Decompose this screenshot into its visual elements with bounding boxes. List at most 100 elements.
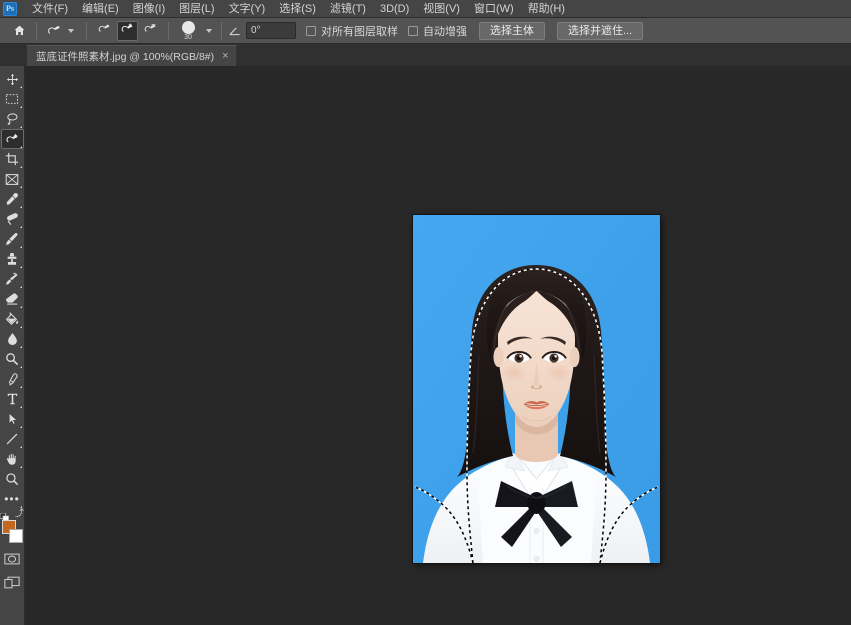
photo-artwork bbox=[413, 215, 660, 563]
lasso-icon bbox=[7, 113, 18, 125]
document-canvas[interactable] bbox=[413, 215, 660, 563]
type-tool[interactable] bbox=[1, 389, 24, 409]
menu-type[interactable]: 文字(Y) bbox=[222, 0, 273, 18]
frame-tool[interactable] bbox=[1, 169, 24, 189]
dodge-icon bbox=[6, 353, 19, 366]
canvas-area[interactable] bbox=[25, 66, 851, 625]
menu-view[interactable]: 视图(V) bbox=[416, 0, 467, 18]
move-tool[interactable] bbox=[1, 69, 24, 89]
screen-mode-icon bbox=[4, 576, 20, 588]
paint-bucket-icon bbox=[5, 312, 19, 325]
checkbox-box[interactable] bbox=[408, 25, 418, 36]
selection-mode-subtract[interactable] bbox=[140, 21, 161, 41]
menu-filter[interactable]: 滤镜(T) bbox=[323, 0, 373, 18]
menu-file[interactable]: 文件(F) bbox=[25, 0, 75, 18]
options-bar: 30 0° 对所有图层取样 自动增强 选择主体 选择并遮住... bbox=[0, 18, 851, 44]
clone-stamp-icon bbox=[7, 253, 17, 265]
brush-preview-icon bbox=[181, 20, 195, 34]
crop-icon bbox=[5, 152, 19, 166]
path-selection-tool[interactable] bbox=[1, 409, 24, 429]
selection-mode-new[interactable] bbox=[94, 21, 115, 41]
home-icon[interactable] bbox=[8, 21, 30, 41]
angle-input[interactable]: 0° bbox=[246, 22, 296, 39]
clone-stamp-tool[interactable] bbox=[1, 249, 24, 269]
hand-icon bbox=[6, 453, 16, 465]
line-icon bbox=[6, 433, 18, 445]
menu-edit[interactable]: 编辑(E) bbox=[75, 0, 126, 18]
crop-tool[interactable] bbox=[1, 149, 24, 169]
brush-size-picker[interactable]: 30 bbox=[175, 20, 201, 42]
menu-select[interactable]: 选择(S) bbox=[272, 0, 323, 18]
healing-brush-icon bbox=[7, 213, 18, 225]
eraser-icon bbox=[6, 293, 18, 305]
path-arrow-icon bbox=[8, 412, 17, 425]
move-icon bbox=[6, 73, 18, 85]
brush-icon bbox=[6, 232, 18, 245]
quick-selection-tool[interactable] bbox=[0, 129, 24, 149]
angle-value: 0° bbox=[251, 25, 261, 36]
options-divider-2 bbox=[86, 21, 87, 40]
color-swatches[interactable]: ⤴ bbox=[0, 509, 24, 545]
background-color-swatch[interactable] bbox=[9, 529, 23, 543]
photoshop-logo-icon: Ps bbox=[3, 1, 17, 16]
document-tab-bar: 蓝底证件照素材.jpg @ 100%(RGB/8#) × bbox=[0, 44, 851, 66]
menu-bar: Ps 文件(F) 编辑(E) 图像(I) 图层(L) 文字(Y) 选择(S) 滤镜(T) 3D… bbox=[0, 0, 851, 18]
menu-layer[interactable]: 图层(L) bbox=[172, 0, 221, 18]
menu-window[interactable]: 窗口(W) bbox=[467, 0, 521, 18]
id-photo-image bbox=[413, 215, 660, 563]
brush-size-value: 30 bbox=[184, 33, 192, 41]
screen-mode-button[interactable] bbox=[2, 573, 22, 591]
selection-mode-group bbox=[93, 20, 162, 41]
eyedropper-tool[interactable] bbox=[1, 189, 24, 209]
type-T-icon bbox=[7, 393, 17, 405]
options-divider-1 bbox=[36, 21, 37, 40]
selection-mode-add[interactable] bbox=[117, 20, 138, 41]
checkbox-box[interactable] bbox=[306, 25, 316, 36]
quick-select-subtract-icon bbox=[143, 22, 158, 40]
lasso-tool[interactable] bbox=[1, 109, 24, 129]
angle-icon bbox=[229, 27, 240, 35]
blur-tool[interactable] bbox=[1, 329, 24, 349]
quick-select-add-icon bbox=[120, 22, 135, 40]
tool-preset-picker[interactable] bbox=[43, 21, 80, 41]
frame-icon bbox=[5, 173, 19, 185]
line-shape-tool[interactable] bbox=[1, 429, 24, 449]
quick-mask-toggle[interactable] bbox=[2, 550, 22, 568]
history-brush-tool[interactable] bbox=[1, 269, 24, 289]
sample-all-layers-checkbox[interactable]: 对所有图层取样 bbox=[306, 23, 398, 39]
document-tab-title: 蓝底证件照素材.jpg @ 100%(RGB/8#) bbox=[36, 50, 215, 63]
dodge-tool[interactable] bbox=[1, 349, 24, 369]
menu-image[interactable]: 图像(I) bbox=[126, 0, 172, 18]
default-colors-icon[interactable] bbox=[0, 509, 9, 522]
tool-preset-caret-icon[interactable] bbox=[68, 28, 74, 33]
history-brush-icon bbox=[6, 272, 18, 285]
quick-mask-icon bbox=[4, 553, 20, 565]
options-divider-4 bbox=[221, 21, 222, 40]
pen-tool[interactable] bbox=[1, 369, 24, 389]
hand-tool[interactable] bbox=[1, 449, 24, 469]
spot-healing-brush-tool[interactable] bbox=[1, 209, 24, 229]
quick-selection-icon bbox=[6, 133, 18, 143]
close-icon[interactable]: × bbox=[222, 51, 228, 62]
rectangular-marquee-tool[interactable] bbox=[1, 89, 24, 109]
magnifier-icon bbox=[6, 473, 19, 486]
ellipsis-icon: ••• bbox=[4, 492, 20, 506]
gradient-tool[interactable] bbox=[1, 309, 24, 329]
checkbox-label: 自动增强 bbox=[423, 25, 467, 38]
zoom-tool[interactable] bbox=[1, 469, 24, 489]
select-subject-button[interactable]: 选择主体 bbox=[479, 21, 545, 40]
edit-toolbar-button[interactable]: ••• bbox=[1, 489, 24, 509]
menu-help[interactable]: 帮助(H) bbox=[521, 0, 572, 18]
eyedropper-icon bbox=[6, 193, 18, 205]
brush-tool[interactable] bbox=[1, 229, 24, 249]
eraser-tool[interactable] bbox=[1, 289, 24, 309]
menu-3d[interactable]: 3D(D) bbox=[373, 0, 416, 18]
swap-colors-icon[interactable]: ⤴ bbox=[15, 509, 24, 518]
blur-drop-icon bbox=[7, 333, 17, 345]
checkbox-label: 对所有图层取样 bbox=[321, 25, 398, 38]
pen-icon bbox=[8, 373, 18, 386]
brush-options-caret-icon[interactable] bbox=[206, 28, 212, 33]
select-and-mask-button[interactable]: 选择并遮住... bbox=[557, 21, 644, 40]
document-tab[interactable]: 蓝底证件照素材.jpg @ 100%(RGB/8#) × bbox=[26, 45, 237, 66]
auto-enhance-checkbox[interactable]: 自动增强 bbox=[408, 23, 467, 39]
